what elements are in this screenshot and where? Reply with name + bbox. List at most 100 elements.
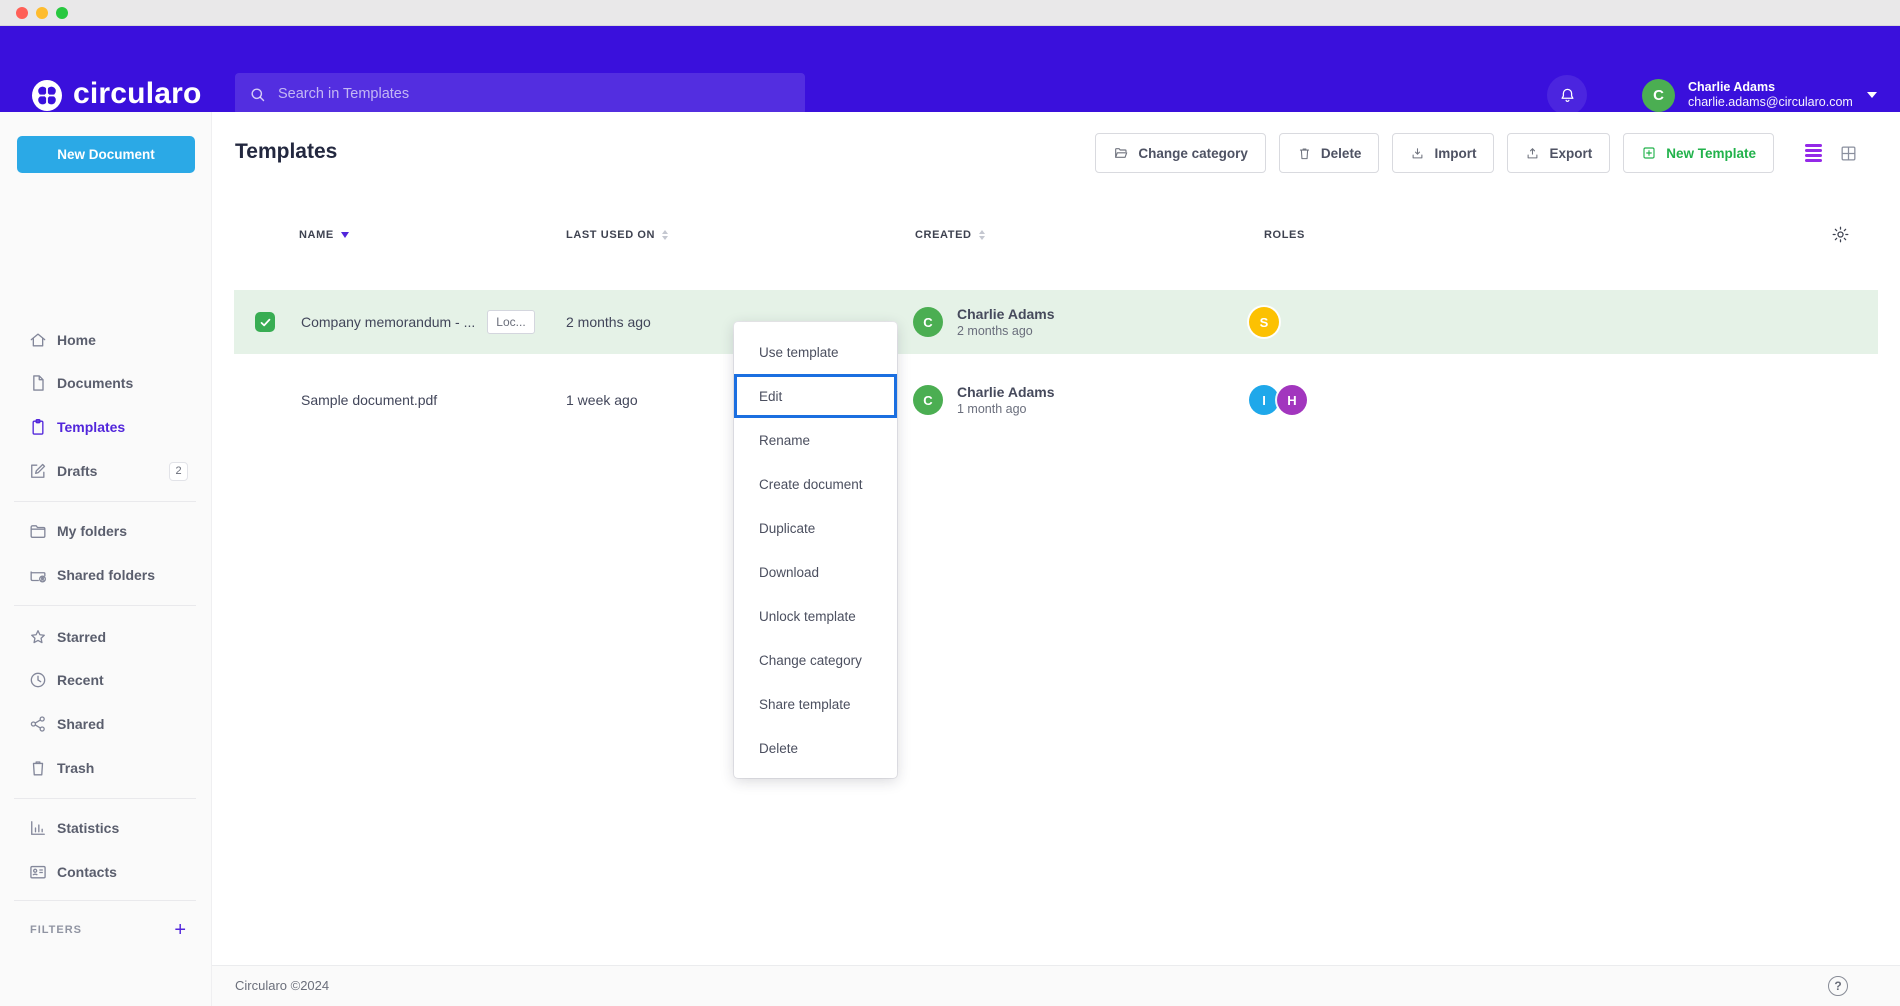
- locked-badge: Loc...: [487, 310, 534, 334]
- table-header: NAME LAST USED ON CREATED ROLES: [234, 222, 1878, 252]
- menu-item-rename[interactable]: Rename: [734, 418, 897, 462]
- menu-item-duplicate[interactable]: Duplicate: [734, 506, 897, 550]
- sidebar-item-contacts[interactable]: Contacts: [0, 850, 212, 894]
- shared-folder-icon: [28, 565, 48, 585]
- gear-icon: [1831, 225, 1850, 244]
- menu-item-delete[interactable]: Delete: [734, 726, 897, 770]
- close-window-button[interactable]: [16, 7, 28, 19]
- notifications-button[interactable]: [1547, 75, 1587, 115]
- sort-icon: [979, 230, 985, 240]
- page-title: Templates: [235, 140, 337, 164]
- sidebar-item-shared-folders[interactable]: Shared folders: [0, 553, 212, 597]
- column-header-created[interactable]: CREATED: [915, 229, 985, 241]
- row-checkbox-checked[interactable]: [255, 312, 275, 332]
- sidebar-item-templates[interactable]: Templates: [0, 405, 212, 449]
- delete-button[interactable]: Delete: [1279, 133, 1380, 173]
- sidebar-item-label: Starred: [57, 629, 106, 645]
- change-category-button[interactable]: Change category: [1095, 133, 1266, 173]
- grid-view-icon[interactable]: [1839, 144, 1858, 163]
- sidebar-item-statistics[interactable]: Statistics: [0, 806, 212, 850]
- user-menu[interactable]: C Charlie Adams charlie.adams@circularo.…: [1642, 72, 1877, 118]
- menu-item-download[interactable]: Download: [734, 550, 897, 594]
- import-button[interactable]: Import: [1392, 133, 1494, 173]
- share-icon: [28, 714, 48, 734]
- toolbar: Change category Delete Import Export New…: [1095, 133, 1858, 173]
- user-name: Charlie Adams: [1688, 80, 1853, 95]
- import-label: Import: [1434, 146, 1476, 161]
- sidebar-item-label: Documents: [57, 375, 133, 391]
- menu-item-share-template[interactable]: Share template: [734, 682, 897, 726]
- search-input[interactable]: [278, 86, 791, 102]
- plus-square-icon: [1641, 145, 1657, 161]
- menu-item-change-category[interactable]: Change category: [734, 638, 897, 682]
- table-row[interactable]: Company memorandum - ... Loc... 2 months…: [234, 290, 1878, 354]
- sidebar-item-documents[interactable]: Documents: [0, 361, 212, 405]
- sort-desc-icon: [341, 232, 349, 238]
- zoom-window-button[interactable]: [56, 7, 68, 19]
- sidebar-item-label: Shared folders: [57, 567, 155, 583]
- created-cell: C Charlie Adams 2 months ago: [913, 290, 1055, 354]
- creator-name: Charlie Adams: [957, 383, 1055, 401]
- window-titlebar: [0, 0, 1900, 26]
- sort-icon: [662, 230, 668, 240]
- circularo-logo-icon[interactable]: [32, 80, 62, 111]
- app-header: circularo C Charlie Adams charlie.adams@…: [0, 26, 1900, 112]
- export-button[interactable]: Export: [1507, 133, 1610, 173]
- search-bar[interactable]: [235, 73, 805, 115]
- menu-item-label: Edit: [759, 389, 782, 404]
- role-badge[interactable]: H: [1277, 385, 1307, 415]
- folder-icon: [1113, 145, 1129, 161]
- sidebar-item-home[interactable]: Home: [0, 318, 212, 362]
- template-name: Company memorandum - ...: [301, 314, 475, 330]
- sidebar-item-recent[interactable]: Recent: [0, 658, 212, 702]
- avatar: C: [913, 307, 943, 337]
- last-used-cell: 1 week ago: [566, 368, 638, 432]
- star-icon: [28, 627, 48, 647]
- view-toggles: [1805, 144, 1858, 163]
- clock-icon: [28, 670, 48, 690]
- menu-item-use-template[interactable]: Use template: [734, 330, 897, 374]
- drafts-icon: [28, 461, 48, 481]
- column-header-name[interactable]: NAME: [299, 229, 349, 241]
- template-name-cell: Company memorandum - ... Loc...: [301, 290, 535, 354]
- column-header-last-used[interactable]: LAST USED ON: [566, 229, 668, 241]
- menu-item-label: Download: [759, 565, 819, 580]
- minimize-window-button[interactable]: [36, 7, 48, 19]
- role-badge[interactable]: S: [1249, 307, 1279, 337]
- role-badge[interactable]: I: [1249, 385, 1279, 415]
- change-category-label: Change category: [1138, 146, 1248, 161]
- filters-label: FILTERS: [30, 924, 82, 936]
- column-label: LAST USED ON: [566, 229, 655, 241]
- drafts-count-badge: 2: [169, 462, 188, 481]
- sidebar-item-drafts[interactable]: Drafts 2: [0, 449, 212, 493]
- copyright-text: Circularo ©2024: [235, 978, 329, 993]
- help-button[interactable]: ?: [1828, 976, 1848, 996]
- row-context-menu: Use template Edit Rename Create document…: [734, 322, 897, 778]
- sidebar-item-starred[interactable]: Starred: [0, 615, 212, 659]
- sidebar-item-my-folders[interactable]: My folders: [0, 509, 212, 553]
- footer: Circularo ©2024 ?: [212, 965, 1900, 1006]
- roles-cell: I H: [1249, 368, 1307, 432]
- table-row[interactable]: Sample document.pdf 1 week ago C Charlie…: [234, 368, 1878, 432]
- sidebar-item-label: Templates: [57, 419, 125, 435]
- template-name: Sample document.pdf: [301, 392, 437, 408]
- new-document-button[interactable]: New Document: [17, 136, 195, 173]
- table-settings-button[interactable]: [1831, 225, 1850, 244]
- menu-item-create-document[interactable]: Create document: [734, 462, 897, 506]
- new-template-label: New Template: [1666, 146, 1756, 161]
- add-filter-button[interactable]: +: [174, 920, 186, 940]
- sidebar-item-shared[interactable]: Shared: [0, 702, 212, 746]
- sidebar-item-label: Shared: [57, 716, 104, 732]
- last-used-cell: 2 months ago: [566, 290, 651, 354]
- menu-item-unlock-template[interactable]: Unlock template: [734, 594, 897, 638]
- avatar: C: [913, 385, 943, 415]
- list-view-icon[interactable]: [1805, 144, 1822, 162]
- sidebar-item-label: Home: [57, 332, 96, 348]
- new-template-button[interactable]: New Template: [1623, 133, 1774, 173]
- menu-item-edit[interactable]: Edit: [734, 374, 897, 418]
- created-time: 1 month ago: [957, 401, 1055, 418]
- template-name-cell: Sample document.pdf: [301, 368, 437, 432]
- statistics-icon: [28, 818, 48, 838]
- sidebar-item-label: Statistics: [57, 820, 119, 836]
- sidebar-item-trash[interactable]: Trash: [0, 746, 212, 790]
